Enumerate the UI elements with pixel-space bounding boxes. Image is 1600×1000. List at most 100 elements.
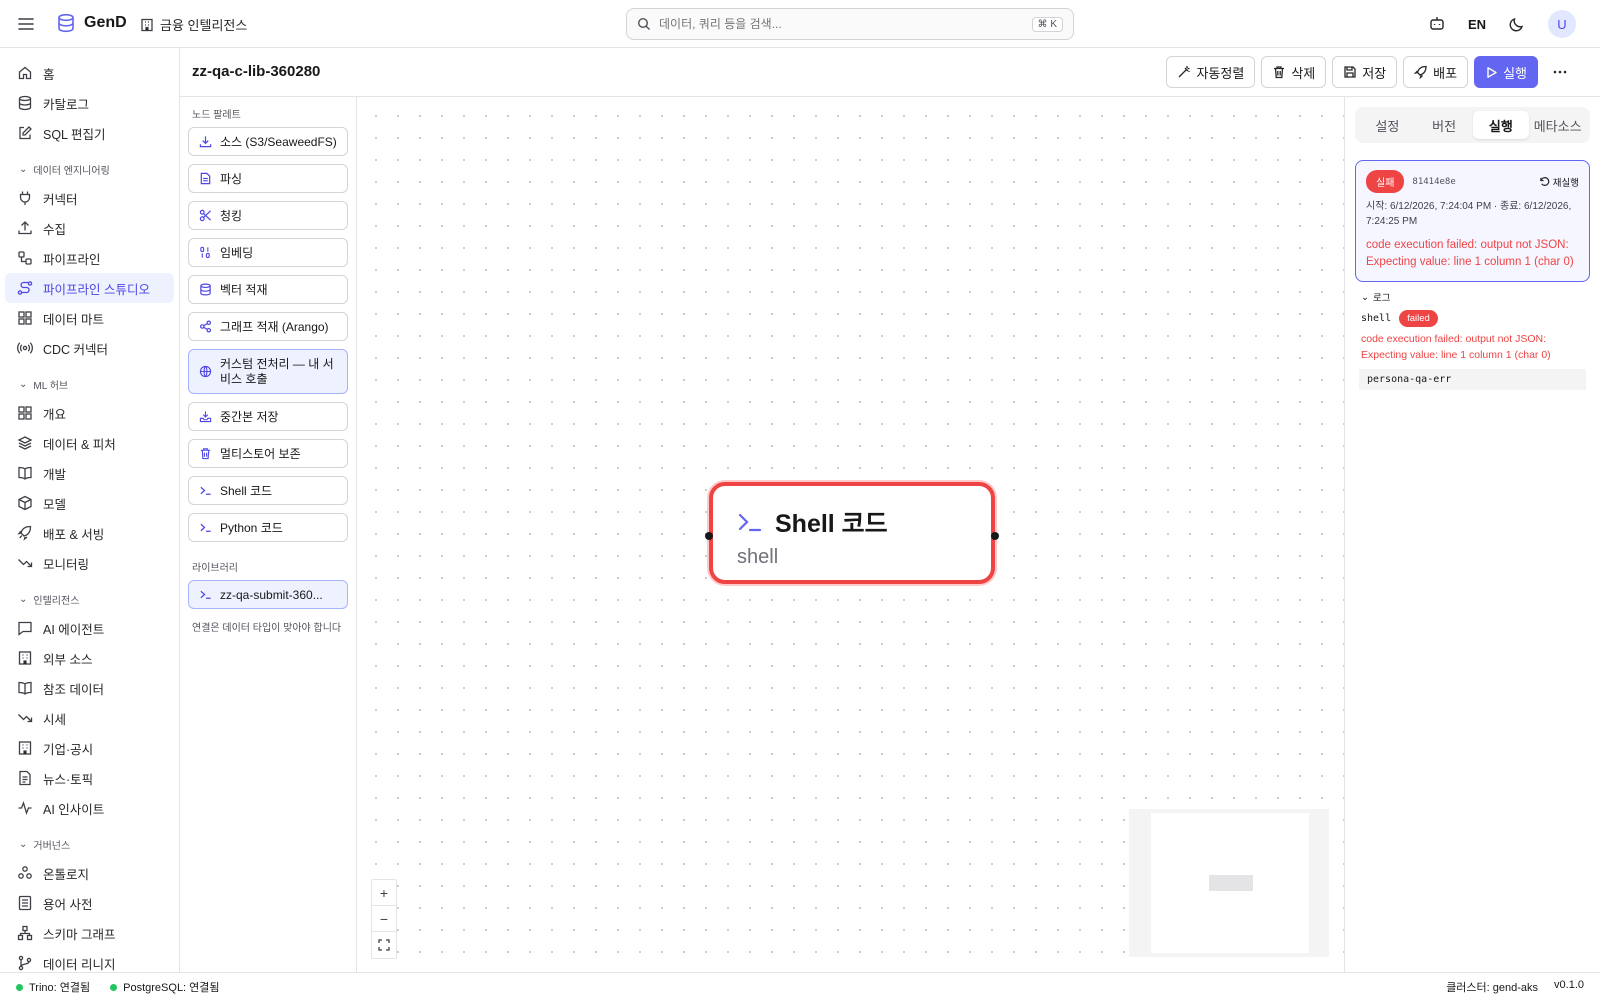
user-avatar[interactable]: U <box>1548 10 1576 38</box>
auto-align-button[interactable]: 자동정렬 <box>1166 56 1256 88</box>
global-search[interactable]: ⌘ K <box>626 8 1074 40</box>
sidebar-item-data-features[interactable]: 데이터 & 피처 <box>5 428 174 458</box>
terminal-icon <box>738 513 762 532</box>
log-output: persona-qa-err <box>1359 369 1586 390</box>
sidebar-item-deploy-serving[interactable]: 배포 & 서빙 <box>5 518 174 548</box>
sidebar-item-sql-editor[interactable]: SQL 편집기 <box>5 118 174 148</box>
sidebar-item-data-lineage[interactable]: 데이터 리니지 <box>5 948 174 972</box>
sidebar-item-label: 개요 <box>43 407 67 422</box>
section-title: 인텔리전스 <box>33 596 80 607</box>
save-button[interactable]: 저장 <box>1332 56 1398 88</box>
sidebar-section-governance[interactable]: ⌄ 거버넌스 <box>5 823 174 858</box>
sidebar-item-news-topic[interactable]: 뉴스·토픽 <box>5 763 174 793</box>
language-toggle[interactable]: EN <box>1468 17 1486 32</box>
brand-logo[interactable]: GenD <box>56 13 127 33</box>
palette-item-embed[interactable]: 임베딩 <box>188 238 348 267</box>
palette-item-parse[interactable]: 파싱 <box>188 164 348 193</box>
workspace-selector[interactable]: 금융 인텔리전스 <box>140 15 247 34</box>
run-button[interactable]: 실행 <box>1474 56 1538 88</box>
sidebar-item-label: AI 인사이트 <box>43 802 105 817</box>
palette-item-multistore-preserve[interactable]: 멀티스토어 보존 <box>188 439 348 468</box>
tab-version[interactable]: 버전 <box>1416 111 1473 139</box>
sidebar-item-pipeline[interactable]: 파이프라인 <box>5 243 174 273</box>
sidebar-section-ml-hub[interactable]: ⌄ ML 허브 <box>5 363 174 398</box>
node-output-handle[interactable] <box>991 532 999 540</box>
palette-item-custom-preprocess[interactable]: 커스텀 전처리 — 내 서비스 호출 <box>188 349 348 394</box>
sidebar-item-home[interactable]: 홈 <box>5 58 174 88</box>
sidebar-item-ai-agent[interactable]: AI 에이전트 <box>5 613 174 643</box>
trending-down-icon <box>18 714 33 723</box>
activity-icon <box>18 801 32 815</box>
node-title: Shell 코드 <box>737 504 967 540</box>
palette-item-intermediate-save[interactable]: 중간본 저장 <box>188 402 348 431</box>
sidebar-item-model[interactable]: 모델 <box>5 488 174 518</box>
palette-item-graph-load[interactable]: 그래프 적재 (Arango) <box>188 312 348 341</box>
sidebar-item-company-disclosure[interactable]: 기업·공시 <box>5 733 174 763</box>
version-info: v0.1.0 <box>1554 978 1584 991</box>
sidebar-section-intelligence[interactable]: ⌄ 인텔리전스 <box>5 578 174 613</box>
sidebar-item-ai-insight[interactable]: AI 인사이트 <box>5 793 174 823</box>
minimap[interactable] <box>1129 809 1329 957</box>
sidebar-item-pipeline-studio[interactable]: 파이프라인 스튜디오 <box>5 273 174 303</box>
palette-item-label: 중간본 저장 <box>220 410 279 424</box>
upload-icon <box>18 221 32 235</box>
sidebar-item-reference-data[interactable]: 참조 데이터 <box>5 673 174 703</box>
zoom-in-button[interactable]: + <box>372 880 396 906</box>
delete-button[interactable]: 삭제 <box>1261 56 1327 88</box>
palette-item-label: 파싱 <box>220 172 243 186</box>
home-icon <box>18 66 32 80</box>
sidebar-item-data-mart[interactable]: 데이터 마트 <box>5 303 174 333</box>
log-toggle[interactable]: ⌄ 로그 <box>1361 290 1590 305</box>
sidebar-item-overview[interactable]: 개요 <box>5 398 174 428</box>
fit-view-button[interactable] <box>372 932 396 958</box>
pipeline-canvas[interactable]: Shell 코드 shell + − <box>356 97 1344 972</box>
palette-item-python-code[interactable]: Python 코드 <box>188 513 348 542</box>
node-input-handle[interactable] <box>705 532 713 540</box>
trino-status: Trino: 연결됨 <box>16 979 90 995</box>
run-card[interactable]: 실패 81414e8e 재실행 시작: 6/12/2026, 7:24:04 P… <box>1355 160 1590 282</box>
tab-settings[interactable]: 설정 <box>1359 111 1416 139</box>
sidebar-item-cdc-connector[interactable]: CDC 커넥터 <box>5 333 174 363</box>
sidebar-item-monitoring[interactable]: 모니터링 <box>5 548 174 578</box>
sidebar-item-label: 외부 소스 <box>43 652 93 667</box>
sidebar-item-label: 파이프라인 스튜디오 <box>43 282 150 297</box>
rerun-button[interactable]: 재실행 <box>1539 175 1579 189</box>
minimap-node <box>1209 875 1253 891</box>
sidebar-item-develop[interactable]: 개발 <box>5 458 174 488</box>
sidebar-item-ontology[interactable]: 온톨로지 <box>5 858 174 888</box>
palette-item-chunk[interactable]: 청킹 <box>188 201 348 230</box>
menu-icon[interactable] <box>16 14 36 34</box>
rocket-icon <box>1414 65 1427 79</box>
sidebar-item-glossary[interactable]: 용어 사전 <box>5 888 174 918</box>
library-item[interactable]: zz-qa-submit-360... <box>188 580 348 609</box>
pipeline-node-shell[interactable]: Shell 코드 shell <box>705 482 999 584</box>
grid-icon <box>18 406 32 420</box>
plus-icon: + <box>379 884 389 901</box>
sidebar-item-quotes[interactable]: 시세 <box>5 703 174 733</box>
sidebar-item-external-source[interactable]: 외부 소스 <box>5 643 174 673</box>
sidebar-item-label: 데이터 & 피처 <box>43 437 116 452</box>
palette-item-shell-code[interactable]: Shell 코드 <box>188 476 348 505</box>
palette-item-vector-load[interactable]: 벡터 적재 <box>188 275 348 304</box>
log-error: code execution failed: output not JSON: … <box>1361 333 1551 361</box>
tab-run[interactable]: 실행 <box>1472 111 1530 139</box>
sidebar-item-ingest[interactable]: 수집 <box>5 213 174 243</box>
git-branch-icon <box>18 955 32 971</box>
search-input[interactable] <box>659 17 1024 31</box>
moon-icon[interactable] <box>1508 15 1526 33</box>
tab-metasource[interactable]: 메타소스 <box>1529 111 1586 139</box>
edit-icon <box>19 126 32 140</box>
palette-item-label: 멀티스토어 보존 <box>220 447 301 461</box>
sidebar-item-connector[interactable]: 커넥터 <box>5 183 174 213</box>
chevron-down-icon: ⌄ <box>19 379 28 390</box>
palette-item-source[interactable]: 소스 (S3/SeaweedFS) <box>188 127 348 156</box>
file-text-icon <box>19 770 31 786</box>
zoom-out-button[interactable]: − <box>372 906 396 932</box>
sidebar: 홈 카탈로그 SQL 편집기 ⌄ 데이터 엔지니어링 커넥터 수집 파이프라인 파… <box>0 48 180 972</box>
deploy-button[interactable]: 배포 <box>1403 56 1469 88</box>
sidebar-section-data-engineering[interactable]: ⌄ 데이터 엔지니어링 <box>5 148 174 183</box>
sidebar-item-schema-graph[interactable]: 스키마 그래프 <box>5 918 174 948</box>
sidebar-item-catalog[interactable]: 카탈로그 <box>5 88 174 118</box>
more-options-button[interactable] <box>1544 56 1576 88</box>
bot-icon[interactable] <box>1428 15 1446 33</box>
